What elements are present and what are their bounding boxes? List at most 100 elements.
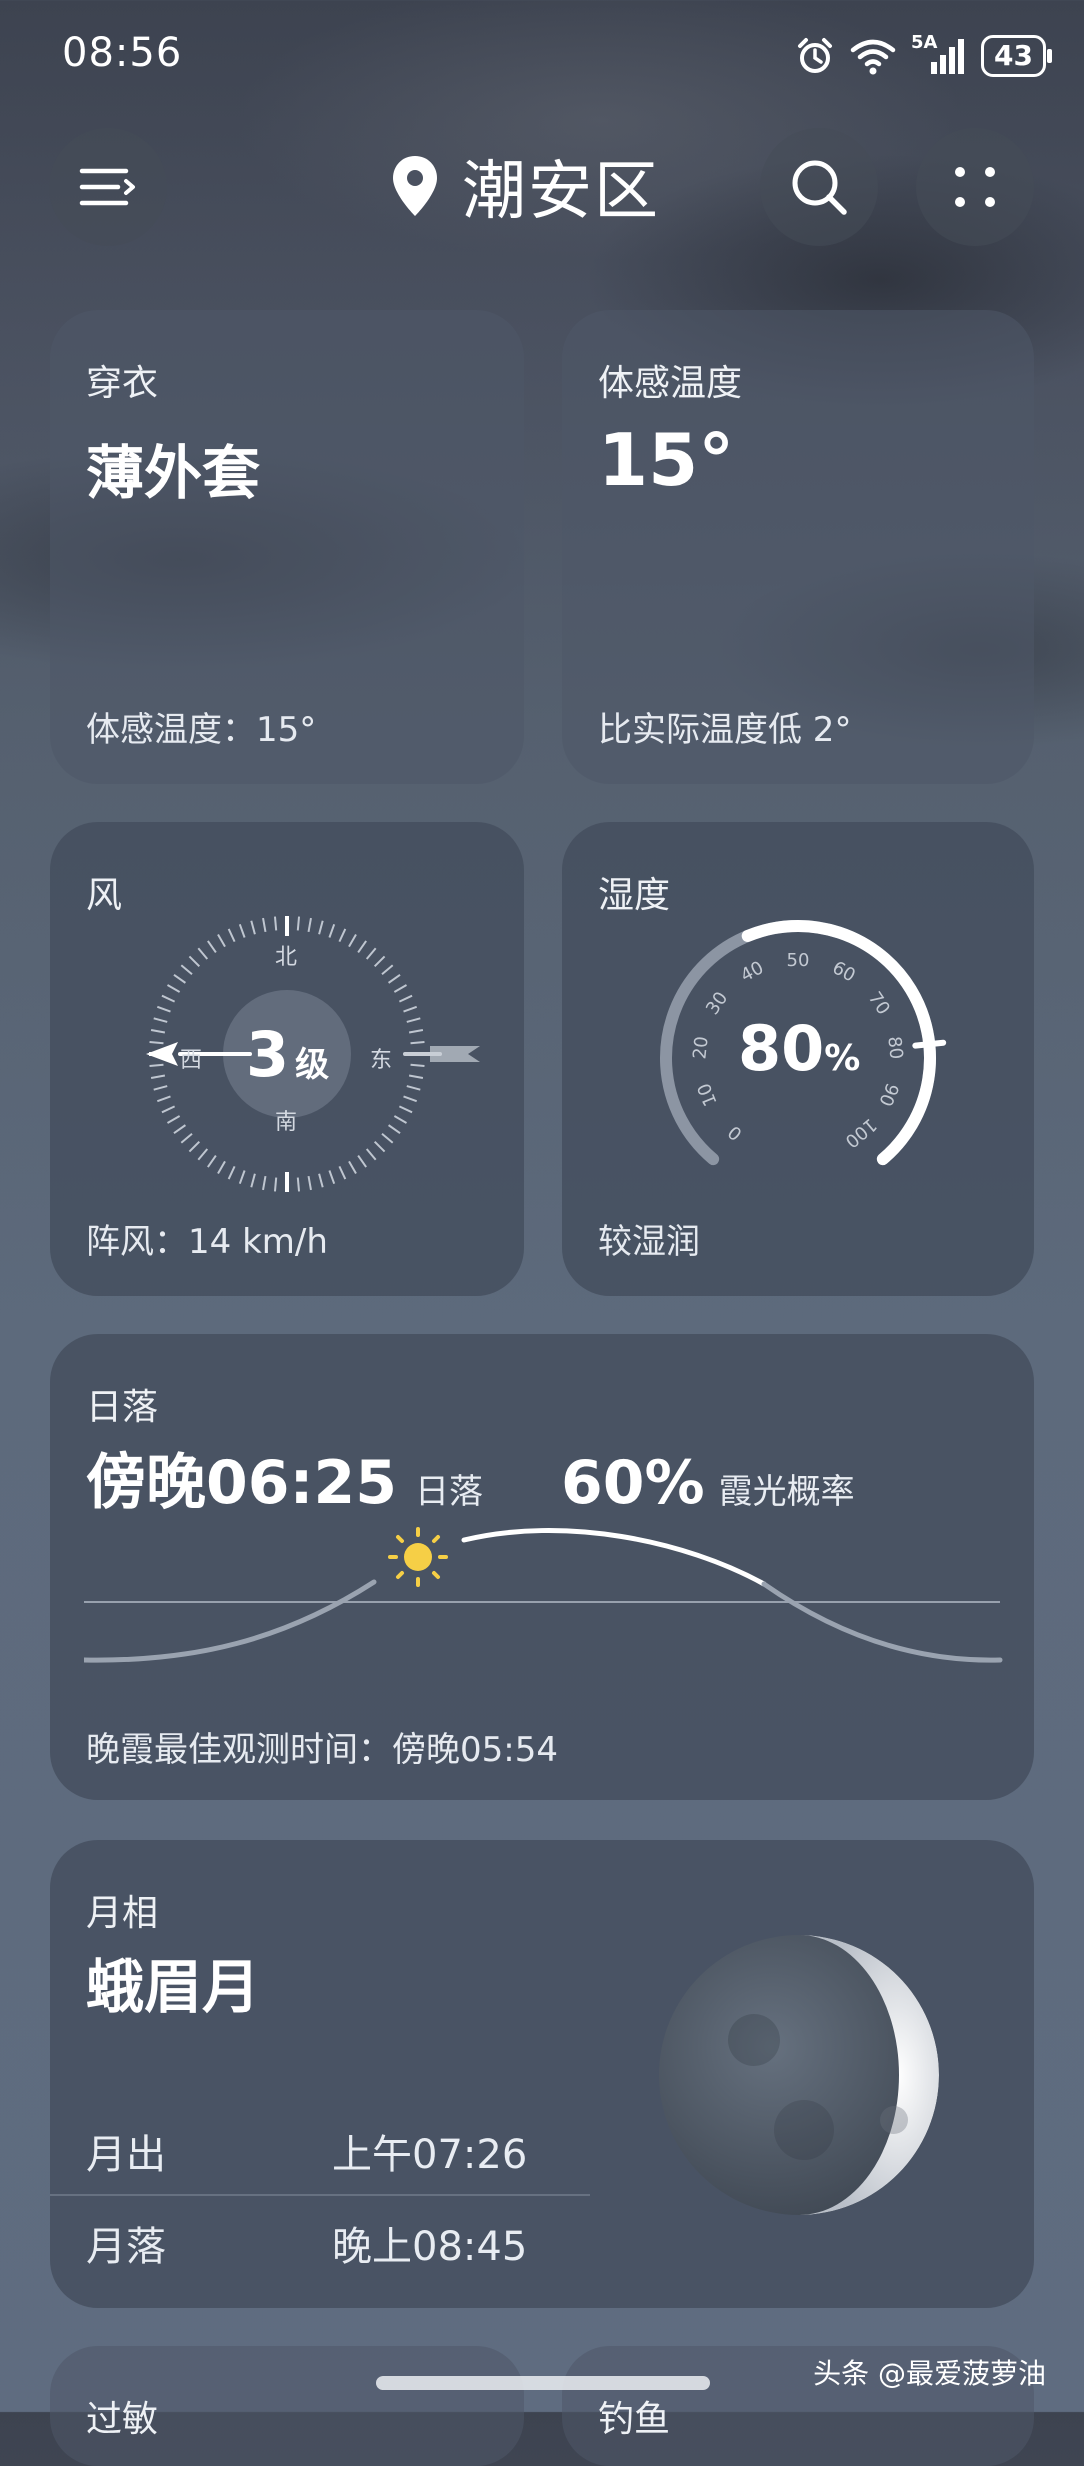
compass-tick (408, 1029, 424, 1034)
feels-like-card[interactable]: 体感温度 15° 比实际温度低 2° (562, 310, 1034, 784)
wind-level-unit: 级 (295, 1045, 330, 1085)
compass-tick (406, 1085, 421, 1091)
compass-tick (161, 1105, 176, 1114)
allergy-card[interactable]: 过敏 (50, 2346, 524, 2466)
compass-tick (250, 920, 256, 935)
compass-tick (296, 916, 301, 931)
moon-card[interactable]: 月相 蛾眉月 月出 上午07:26 月落 晚上08:45 (50, 1840, 1034, 2308)
cellular-signal-icon: 5A (911, 32, 967, 76)
afterglow-probability: 60% (561, 1448, 705, 1518)
compass-tick (398, 1105, 413, 1114)
clothing-card[interactable]: 穿衣 薄外套 体感温度：15° (50, 310, 524, 784)
home-indicator[interactable] (376, 2376, 710, 2390)
moonset-label: 月落 (86, 2224, 166, 2270)
wind-level-number: 3 (246, 1018, 290, 1091)
compass-south-label: 南 (275, 1110, 298, 1135)
fishing-label: 钓鱼 (598, 2399, 671, 2440)
menu-icon (79, 168, 135, 206)
compass-tick (273, 1177, 278, 1192)
moon-label: 月相 (86, 1893, 159, 1934)
wifi-icon (850, 39, 896, 75)
moonrise-row: 月出 上午07:26 (50, 2104, 590, 2196)
compass-tick (365, 1148, 377, 1161)
compass-tick (373, 1140, 386, 1153)
compass-tick (262, 1175, 267, 1191)
wind-level: 3 级 (246, 1018, 329, 1091)
menu-button[interactable] (49, 128, 167, 246)
compass-tick (197, 1148, 209, 1161)
compass-tick (161, 994, 176, 1003)
compass-tick (357, 1155, 367, 1168)
humidity-gauge-marker (912, 1039, 947, 1049)
sunset-time-caption: 日落 (415, 1472, 483, 1512)
feels-like-value: 15° (598, 418, 735, 502)
location-header[interactable]: 潮安区 (390, 140, 660, 232)
alarm-icon (798, 38, 833, 73)
compass-tick (296, 1177, 301, 1192)
compass-tick (227, 928, 236, 943)
humidity-card[interactable]: 湿度 0 10 20 30 40 50 60 70 80 90 100 80 % 较湿润 (562, 822, 1034, 1296)
status-icons: 5A 43 (795, 30, 1052, 82)
wind-card[interactable]: 风 北 南 西 东 3 级 阵风：14 km/h (50, 822, 524, 1296)
sunset-card[interactable]: 日落 傍晚06:25 日落 60% 霞光概率 晚霞最佳观测时间：傍晚05:54 (50, 1334, 1034, 1800)
compass-tick (150, 1029, 166, 1034)
clothing-value: 薄外套 (86, 439, 261, 507)
compass-tick (338, 928, 347, 943)
compass-tick (365, 947, 377, 960)
best-viewing-time: 晚霞最佳观测时间：傍晚05:54 (86, 1730, 558, 1770)
humidity-tick-label: 40 (737, 957, 767, 986)
compass-tick (403, 1005, 418, 1013)
humidity-tick-label: 30 (702, 988, 732, 1019)
compass-tick (381, 964, 394, 976)
feels-like-note: 比实际温度低 2° (598, 710, 852, 750)
compass-tick (381, 1132, 394, 1144)
moon-phase-icon (659, 1935, 939, 2215)
humidity-value-unit: % (824, 1038, 861, 1079)
compass-tick (197, 947, 209, 960)
humidity-tick-label: 100 (841, 1114, 881, 1152)
sunset-time: 傍晚06:25 (86, 1448, 397, 1518)
sun-path-chart (84, 1527, 1003, 1663)
compass-tick (328, 923, 336, 938)
sunset-label: 日落 (86, 1387, 159, 1428)
compass-tick (307, 1175, 312, 1191)
compass-tick (408, 1074, 424, 1079)
compass-tick (173, 1124, 186, 1134)
moonset-row: 月落 晚上08:45 (50, 2196, 590, 2286)
compass-tick (153, 1085, 168, 1091)
compass-tick (250, 1173, 256, 1188)
more-options-button[interactable] (916, 128, 1034, 246)
search-button[interactable] (760, 128, 878, 246)
sun-icon (388, 1527, 448, 1587)
moonset-time: 晚上08:45 (332, 2224, 528, 2270)
compass-tick (373, 955, 386, 968)
compass-tick (393, 1115, 408, 1124)
humidity-tick-label: 90 (874, 1080, 902, 1109)
status-time: 08:56 (62, 30, 183, 76)
clothing-label: 穿衣 (86, 363, 159, 404)
compass-tick (166, 1115, 181, 1124)
compass-tick (180, 964, 193, 976)
compass-tick (207, 940, 217, 953)
compass-tick (156, 1095, 171, 1103)
humidity-tick-label: 70 (864, 988, 894, 1019)
moonrise-time: 上午07:26 (332, 2132, 528, 2178)
compass-tick (388, 974, 401, 984)
search-icon (792, 160, 847, 215)
moon-phase: 蛾眉月 (86, 1953, 261, 2021)
compass-tick (153, 1017, 168, 1023)
compass-tick (406, 1017, 421, 1023)
humidity-value: 80 % (738, 1012, 860, 1085)
compass-tick (156, 1005, 171, 1013)
compass-tick (388, 1124, 401, 1134)
compass-tick (403, 1095, 418, 1103)
compass-tick (393, 984, 408, 993)
compass-tick (262, 917, 267, 933)
battery-indicator: 43 (981, 35, 1052, 77)
humidity-tick-label: 0 (724, 1121, 746, 1144)
humidity-tick-label: 50 (787, 950, 810, 971)
compass-east-label: 东 (370, 1048, 393, 1073)
compass-tick (348, 1160, 357, 1175)
location-pin-icon (393, 156, 437, 216)
compass-tick (398, 994, 413, 1003)
